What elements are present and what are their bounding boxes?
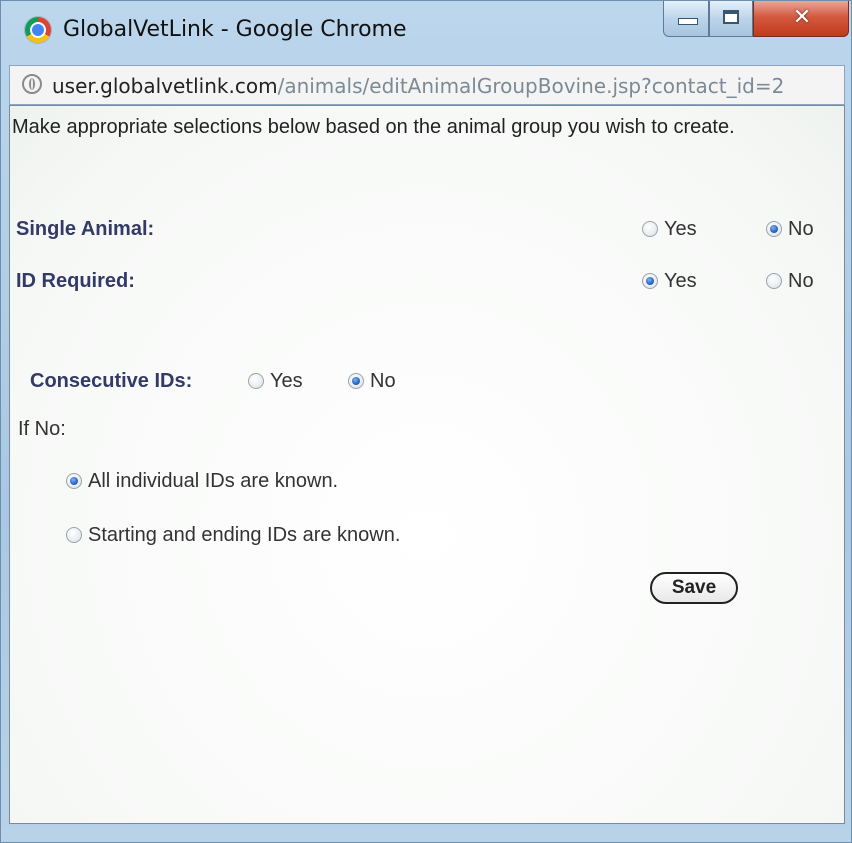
save-button[interactable]: Save bbox=[650, 572, 738, 604]
close-button[interactable]: ✕ bbox=[753, 1, 849, 37]
consecutive-ids-yes-label: Yes bbox=[270, 370, 303, 392]
single-animal-yes-option[interactable]: Yes bbox=[642, 218, 697, 241]
page-info-icon[interactable] bbox=[22, 74, 42, 94]
consecutive-ids-label: Consecutive IDs: bbox=[30, 370, 193, 392]
id-required-no-radio[interactable] bbox=[766, 273, 782, 289]
title-bar: GlobalVetLink - Google Chrome ✕ bbox=[1, 1, 852, 61]
window-title: GlobalVetLink - Google Chrome bbox=[63, 17, 407, 42]
maximize-icon bbox=[723, 10, 739, 24]
maximize-button[interactable] bbox=[709, 1, 753, 37]
close-icon: ✕ bbox=[792, 5, 812, 30]
start-end-ids-known-label: Starting and ending IDs are known. bbox=[88, 524, 401, 546]
browser-window: GlobalVetLink - Google Chrome ✕ user.glo… bbox=[0, 0, 852, 843]
consecutive-ids-no-radio[interactable] bbox=[348, 373, 364, 389]
url-text[interactable]: user.globalvetlink.com/animals/editAnima… bbox=[52, 74, 784, 98]
id-required-no-label: No bbox=[788, 270, 814, 292]
minimize-button[interactable] bbox=[663, 1, 709, 37]
page-content: Make appropriate selections below based … bbox=[9, 105, 845, 824]
intro-text: Make appropriate selections below based … bbox=[12, 116, 735, 138]
id-required-yes-label: Yes bbox=[664, 270, 697, 292]
consecutive-ids-yes-radio[interactable] bbox=[248, 373, 264, 389]
all-ids-known-label: All individual IDs are known. bbox=[88, 470, 339, 492]
start-end-ids-known-option[interactable]: Starting and ending IDs are known. bbox=[66, 524, 400, 547]
if-no-label: If No: bbox=[18, 418, 66, 440]
id-required-yes-radio[interactable] bbox=[642, 273, 658, 289]
single-animal-no-option[interactable]: No bbox=[766, 218, 814, 241]
consecutive-ids-no-label: No bbox=[370, 370, 396, 392]
window-controls: ✕ bbox=[663, 1, 849, 43]
id-required-yes-option[interactable]: Yes bbox=[642, 270, 697, 293]
address-bar[interactable]: user.globalvetlink.com/animals/editAnima… bbox=[9, 65, 845, 105]
all-ids-known-option[interactable]: All individual IDs are known. bbox=[66, 470, 338, 493]
start-end-ids-known-radio[interactable] bbox=[66, 527, 82, 543]
url-host: user.globalvetlink.com bbox=[52, 74, 278, 98]
single-animal-label: Single Animal: bbox=[16, 218, 155, 240]
single-animal-no-radio[interactable] bbox=[766, 221, 782, 237]
single-animal-yes-label: Yes bbox=[664, 218, 697, 240]
all-ids-known-radio[interactable] bbox=[66, 473, 82, 489]
chrome-icon bbox=[25, 17, 51, 43]
minimize-icon bbox=[678, 18, 698, 25]
url-path: /animals/editAnimalGroupBovine.jsp?conta… bbox=[277, 74, 785, 98]
consecutive-ids-yes-option[interactable]: Yes bbox=[248, 370, 303, 393]
id-required-label: ID Required: bbox=[16, 270, 135, 292]
consecutive-ids-no-option[interactable]: No bbox=[348, 370, 396, 393]
single-animal-no-label: No bbox=[788, 218, 814, 240]
id-required-no-option[interactable]: No bbox=[766, 270, 814, 293]
single-animal-yes-radio[interactable] bbox=[642, 221, 658, 237]
